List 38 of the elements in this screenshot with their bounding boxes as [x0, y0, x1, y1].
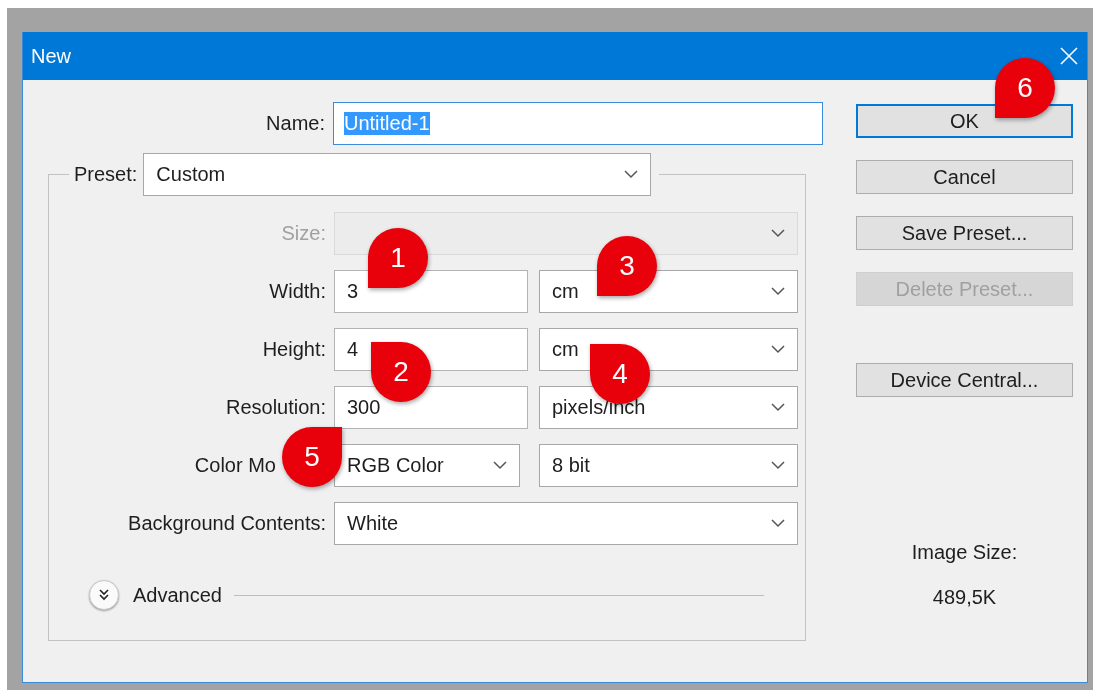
close-icon[interactable]	[1059, 46, 1079, 66]
dropdown-value: cm	[552, 338, 579, 361]
dropdown-value: RGB Color	[347, 454, 444, 477]
image-size-value: 489,5K	[932, 586, 997, 609]
chevron-down-icon	[771, 519, 785, 528]
dropdown-value: cm	[552, 280, 579, 303]
double-chevron-icon	[97, 588, 111, 602]
dialog-button[interactable]: Cancel	[856, 160, 1073, 194]
section-label: Advanced	[133, 583, 222, 607]
field-label: Height:	[262, 338, 326, 361]
field-label: Resolution:	[225, 396, 326, 419]
chevron-down-icon	[771, 461, 785, 470]
chevron-down-icon	[771, 403, 785, 412]
preset-dropdown[interactable]: Custom	[143, 153, 652, 196]
text-field[interactable]: 300	[334, 386, 528, 429]
field-label: Name:	[266, 112, 325, 135]
field-label: Size:	[281, 222, 326, 245]
dialog-button[interactable]: Save Preset...	[856, 216, 1073, 250]
dropdown[interactable]: White	[334, 502, 798, 545]
chevron-down-icon	[493, 461, 507, 470]
chevron-down-icon	[771, 229, 785, 238]
expand-button[interactable]	[89, 580, 119, 610]
dropdown[interactable]: RGB Color	[334, 444, 520, 487]
dropdown[interactable]: 8 bit	[539, 444, 798, 487]
dropdown-value: Custom	[156, 163, 226, 186]
field-label: Preset:	[74, 163, 138, 186]
dialog-button[interactable]: Device Central...	[856, 363, 1073, 397]
window-title: New	[31, 44, 71, 68]
dialog-button[interactable]: OK	[856, 104, 1073, 138]
chevron-down-icon	[771, 287, 785, 296]
field-label: Color Mo	[194, 454, 276, 477]
chevron-down-icon	[624, 170, 639, 179]
field-label: Background Contents:	[128, 512, 326, 535]
image-size-label: Image Size:	[911, 541, 1018, 564]
field-label: Width:	[269, 280, 326, 303]
dropdown-value: White	[347, 512, 399, 535]
dropdown-value: 8 bit	[552, 454, 590, 477]
chevron-down-icon	[771, 345, 785, 354]
